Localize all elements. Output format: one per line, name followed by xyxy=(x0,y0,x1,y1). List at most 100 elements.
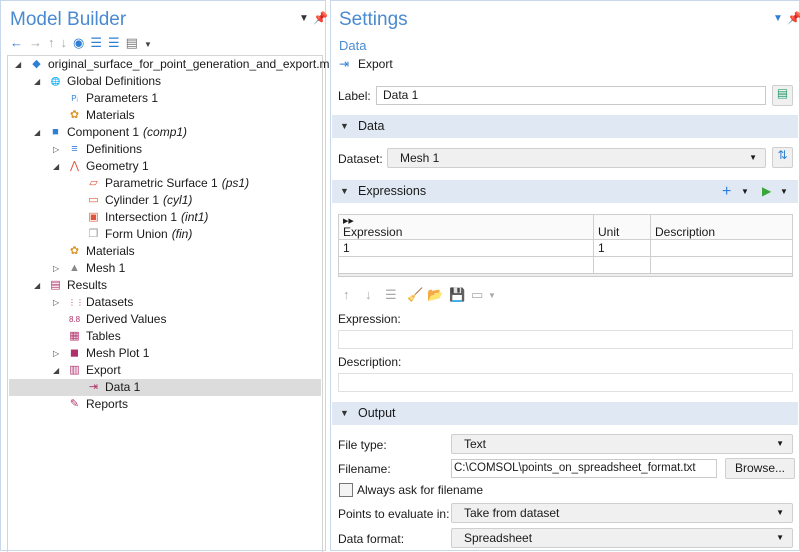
tree-item[interactable]: ◢ 🌐 Global Definitions xyxy=(9,73,321,90)
expand-all-icon[interactable]: ☰ xyxy=(108,35,126,50)
label-input[interactable]: Data 1 xyxy=(376,86,766,105)
panel-menu-icon[interactable]: ▼ xyxy=(773,13,783,24)
expand-icon[interactable]: ▷ xyxy=(53,294,59,311)
materials-icon: ✿ xyxy=(69,245,80,257)
tree-item[interactable]: ⇥ Data 1 xyxy=(9,379,321,396)
browse-button[interactable]: Browse... xyxy=(725,458,795,479)
collapse-icon[interactable]: ◢ xyxy=(34,73,40,90)
column-description[interactable]: Description xyxy=(650,214,793,240)
pin-icon[interactable]: 📌 xyxy=(787,11,800,25)
section-expressions[interactable]: ▼ Expressions + ▼ ▶ ▼ xyxy=(332,180,798,203)
reports-icon: ✎ xyxy=(69,398,80,410)
label-label: Label: xyxy=(338,89,371,103)
always-ask-checkbox[interactable] xyxy=(339,483,353,497)
tree-item[interactable]: ✿ Materials xyxy=(9,243,321,260)
chevron-down-icon[interactable]: ▼ xyxy=(780,180,788,203)
panel-menu-icon[interactable]: ▼ xyxy=(299,13,309,24)
chevron-down-icon[interactable]: ▼ xyxy=(144,40,158,49)
table-scrollbar[interactable] xyxy=(338,273,793,277)
evaluate-icon[interactable]: ▶ xyxy=(762,180,771,203)
tree-item[interactable]: ▷ ⋮⋮ Datasets xyxy=(9,294,321,311)
chevron-down-icon[interactable]: ▼ xyxy=(488,291,496,300)
move-up-icon[interactable]: ↑ xyxy=(48,35,61,50)
tree-item-tag: (comp1) xyxy=(143,125,188,139)
go-to-source-button[interactable]: ⇅ xyxy=(772,147,793,168)
export-icon[interactable]: ⇥ xyxy=(339,57,349,71)
tree-item[interactable]: ✿ Materials xyxy=(9,107,321,124)
expression-input[interactable] xyxy=(338,330,793,349)
chevron-down-icon[interactable]: ▼ xyxy=(741,180,749,203)
node-type: Data xyxy=(339,38,367,53)
expand-icon[interactable]: ▷ xyxy=(53,141,59,158)
panel-title: Settings xyxy=(339,9,408,30)
delete-icon[interactable]: ☰ xyxy=(385,287,397,303)
filename-label: Filename: xyxy=(338,462,391,476)
tree-item[interactable]: ❐ Form Union (fin) xyxy=(9,226,321,243)
tree-item-label: Reports xyxy=(86,397,129,411)
column-unit[interactable]: Unit xyxy=(593,214,651,240)
move-down-icon[interactable]: ↓ xyxy=(365,287,372,302)
expand-icon[interactable]: ▷ xyxy=(53,345,59,362)
clear-icon[interactable]: 🧹 xyxy=(407,287,423,303)
collapse-icon[interactable]: ◢ xyxy=(34,277,40,294)
tree-item[interactable]: ◢ ▤ Results xyxy=(9,277,321,294)
chevron-down-icon: ▼ xyxy=(749,153,757,162)
collapse-icon[interactable]: ◢ xyxy=(53,362,59,379)
tree-item[interactable]: ▷ ▲ Mesh 1 xyxy=(9,260,321,277)
forward-icon[interactable]: → xyxy=(29,35,48,50)
section-output[interactable]: ▼ Output xyxy=(332,402,798,425)
form-union-icon: ❐ xyxy=(88,228,99,240)
collapse-icon[interactable]: ◢ xyxy=(53,158,59,175)
tree-item[interactable]: ▷ ≡ Definitions xyxy=(9,141,321,158)
column-expression[interactable]: ▶▶ Expression xyxy=(338,214,594,240)
tree-item[interactable]: ▣ Intersection 1 (int1) xyxy=(9,209,321,226)
dataset-select[interactable]: Mesh 1 ▼ xyxy=(387,148,766,168)
open-folder-icon[interactable]: 📂 xyxy=(427,287,443,303)
tree-item[interactable]: 8.8 Derived Values xyxy=(9,311,321,328)
model-builder-panel: Model Builder ▼ 📌 ←→↑↓◉☰☰▤▼ ◢ ◆ original_s… xyxy=(0,0,343,552)
collapse-all-icon[interactable]: ☰ xyxy=(90,35,108,50)
export-button[interactable]: Export xyxy=(358,57,393,71)
tree-item-tag: (cyl1) xyxy=(163,193,193,207)
filename-input[interactable]: C:\COMSOL\points_on_spreadsheet_format.t… xyxy=(451,459,717,478)
tree-item[interactable]: ▷ ◼ Mesh Plot 1 xyxy=(9,345,321,362)
save-icon[interactable]: 💾 xyxy=(449,287,465,303)
pin-icon[interactable]: 📌 xyxy=(313,11,328,25)
tree-item[interactable]: ▭ Cylinder 1 (cyl1) xyxy=(9,192,321,209)
tree-item-tag: (int1) xyxy=(181,210,209,224)
tree-item[interactable]: ▦ Tables xyxy=(9,328,321,345)
points-select[interactable]: Take from dataset ▼ xyxy=(451,503,793,523)
label-options-button[interactable]: ▤ xyxy=(772,85,793,106)
show-icon[interactable]: ◉ xyxy=(73,35,90,50)
expand-icon[interactable]: ▷ xyxy=(53,260,59,277)
range-icon[interactable]: ▭ xyxy=(471,287,483,303)
tree-item[interactable]: ✎ Reports xyxy=(9,396,321,413)
move-up-icon[interactable]: ↑ xyxy=(343,287,350,302)
collapse-icon[interactable]: ◢ xyxy=(15,56,21,73)
tree-item[interactable]: ▱ Parametric Surface 1 (ps1) xyxy=(9,175,321,192)
add-expression-icon[interactable]: + xyxy=(722,180,731,203)
dataset-label: Dataset: xyxy=(338,152,383,166)
collapse-icon[interactable]: ◢ xyxy=(34,124,40,141)
file-type-select[interactable]: Text ▼ xyxy=(451,434,793,454)
tree-item-text: Form Union (fin) xyxy=(105,226,192,243)
data-format-select[interactable]: Spreadsheet ▼ xyxy=(451,528,793,548)
chevron-down-icon: ▼ xyxy=(776,508,784,517)
tree-item[interactable]: ◢ ■ Component 1 (comp1) xyxy=(9,124,321,141)
view-options-icon[interactable]: ▤ xyxy=(126,35,144,50)
description-input[interactable] xyxy=(338,373,793,392)
tree-item[interactable]: ◢ ⋀ Geometry 1 xyxy=(9,158,321,175)
back-icon[interactable]: ← xyxy=(10,35,29,50)
tree-item-label: Materials xyxy=(86,244,135,258)
tree-item-label: Tables xyxy=(86,329,121,343)
tree-item-label: Derived Values xyxy=(86,312,167,326)
data-format-label: Data format: xyxy=(338,532,405,546)
move-down-icon[interactable]: ↓ xyxy=(61,35,74,50)
tree-item-label: Definitions xyxy=(86,142,143,156)
tree-item[interactable]: Pᵢ Parameters 1 xyxy=(9,90,321,107)
tree-item-label: Mesh 1 xyxy=(86,261,126,275)
tree-item[interactable]: ◢ ▥ Export xyxy=(9,362,321,379)
tree-item[interactable]: ◢ ◆ original_surface_for_point_generation_… xyxy=(9,56,343,73)
tree-item-label: original_surface_for_point_generation_an… xyxy=(48,57,343,71)
section-data[interactable]: ▼ Data xyxy=(332,115,798,138)
